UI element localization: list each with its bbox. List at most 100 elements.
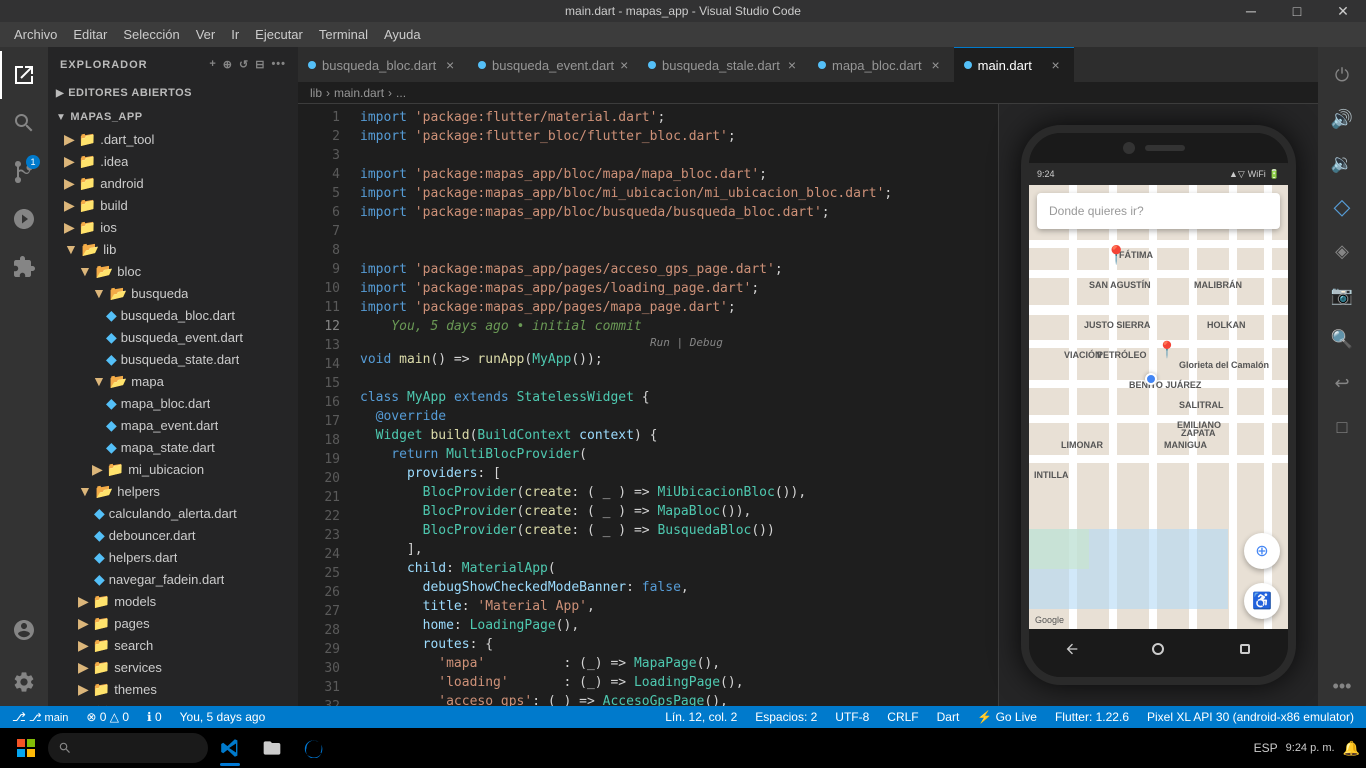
status-spaces[interactable]: Espacios: 2 [751, 706, 821, 728]
right-eraser-icon[interactable]: ◈ [1322, 231, 1362, 271]
sidebar-item-dart-tool[interactable]: ▶ 📁 .dart_tool [48, 128, 298, 150]
folder-closed-icon: 📁 [79, 131, 96, 148]
restore-button[interactable]: □ [1274, 0, 1320, 22]
taskbar-file-explorer[interactable] [252, 728, 292, 768]
code-editor[interactable]: 1234567891011121314151617181920212223242… [298, 104, 998, 706]
sidebar-item-lib[interactable]: ▼ 📂 lib [48, 238, 298, 260]
right-diamond-icon[interactable]: ◇ [1322, 187, 1362, 227]
sidebar-item-calculando[interactable]: ◆ calculando_alerta.dart [48, 502, 298, 524]
sidebar-item-mapa-event[interactable]: ◆ mapa_event.dart [48, 414, 298, 436]
collapse-icon[interactable]: ⊟ [255, 58, 265, 71]
right-sound-icon[interactable]: 🔉 [1322, 143, 1362, 183]
menu-seleccion[interactable]: Selección [115, 25, 187, 44]
sidebar-item-models[interactable]: ▶ 📁 models [48, 590, 298, 612]
sidebar-item-idea[interactable]: ▶ 📁 .idea [48, 150, 298, 172]
sidebar-item-mi-ubicacion[interactable]: ▶ 📁 mi_ubicacion [48, 458, 298, 480]
sidebar-item-bloc[interactable]: ▼ 📂 bloc [48, 260, 298, 282]
right-square-icon[interactable]: □ [1322, 407, 1362, 447]
right-camera-icon[interactable]: 📷 [1322, 275, 1362, 315]
status-golive[interactable]: ⚡ Go Live [973, 706, 1041, 728]
taskbar-edge[interactable] [294, 728, 334, 768]
phone-recents-btn[interactable] [1235, 639, 1255, 659]
taskbar-search-box[interactable] [48, 733, 208, 763]
tab-close-icon[interactable]: × [786, 57, 798, 73]
right-power-icon[interactable]: ⏻ [1322, 55, 1362, 95]
sidebar-item-ios[interactable]: ▶ 📁 ios [48, 216, 298, 238]
mapas-app-header[interactable]: ▼ Mapas_App [48, 106, 298, 128]
taskbar-vscode[interactable] [210, 728, 250, 768]
new-folder-icon[interactable]: ⊕ [223, 58, 233, 71]
sidebar-item-themes[interactable]: ▶ 📁 themes [48, 678, 298, 700]
tab-close-icon[interactable]: × [620, 57, 628, 73]
phone-back-btn[interactable] [1062, 639, 1082, 659]
status-encoding[interactable]: UTF-8 [831, 706, 873, 728]
sidebar-item-busqueda-bloc[interactable]: ◆ busqueda_bloc.dart [48, 304, 298, 326]
sidebar-item-helpers-dart[interactable]: ◆ helpers.dart [48, 546, 298, 568]
new-file-icon[interactable]: + [209, 58, 216, 71]
status-flutter[interactable]: Flutter: 1.22.6 [1051, 706, 1133, 728]
right-volume-icon[interactable]: 🔊 [1322, 99, 1362, 139]
phone-home-btn[interactable] [1148, 639, 1168, 659]
refresh-icon[interactable]: ↺ [239, 58, 249, 71]
status-errors[interactable]: ⊗ 0 △ 0 [82, 706, 133, 728]
code-content[interactable]: import 'package:flutter/material.dart';i… [348, 104, 998, 706]
map-location-fab[interactable]: ⊕ [1244, 533, 1280, 569]
notification-icon[interactable]: 🔔 [1343, 740, 1360, 757]
tab-main-dart[interactable]: main.dart × [954, 47, 1074, 82]
menu-ir[interactable]: Ir [223, 25, 247, 44]
menu-ver[interactable]: Ver [188, 25, 224, 44]
status-line[interactable]: Lín. 12, col. 2 [661, 706, 741, 728]
activity-extensions[interactable] [0, 243, 48, 291]
sidebar-item-debouncer[interactable]: ◆ debouncer.dart [48, 524, 298, 546]
editores-abiertos-header[interactable]: ▶ Editores Abiertos [48, 82, 298, 104]
menu-archivo[interactable]: Archivo [6, 25, 65, 44]
sidebar-item-build[interactable]: ▶ 📁 build [48, 194, 298, 216]
status-info[interactable]: ℹ 0 [143, 706, 166, 728]
tab-busqueda-event[interactable]: busqueda_event.dart × [468, 47, 638, 82]
sidebar-item-helpers[interactable]: ▼ 📂 helpers [48, 480, 298, 502]
sidebar-item-navegar[interactable]: ◆ navegar_fadein.dart [48, 568, 298, 590]
status-language[interactable]: Dart [933, 706, 964, 728]
sidebar-item-busqueda-event[interactable]: ◆ busqueda_event.dart [48, 326, 298, 348]
sidebar-header-icons[interactable]: + ⊕ ↺ ⊟ ••• [209, 58, 286, 71]
right-rotate-icon[interactable]: ↩ [1322, 363, 1362, 403]
sidebar-item-services[interactable]: ▶ 📁 services [48, 656, 298, 678]
menu-editar[interactable]: Editar [65, 25, 115, 44]
taskbar-start-button[interactable] [6, 728, 46, 768]
menu-terminal[interactable]: Terminal [311, 25, 376, 44]
tab-close-icon[interactable]: × [442, 57, 458, 73]
map-search-bar[interactable]: Donde quieres ir? [1037, 193, 1280, 229]
status-device[interactable]: Pixel XL API 30 (android-x86 emulator) [1143, 706, 1358, 728]
tab-busqueda-stale[interactable]: busqueda_stale.dart × [638, 47, 808, 82]
tab-close-icon[interactable]: × [1048, 57, 1064, 73]
taskbar-clock[interactable]: 9:24 p. m. [1286, 741, 1335, 755]
sidebar-item-pages[interactable]: ▶ 📁 pages [48, 612, 298, 634]
menu-ayuda[interactable]: Ayuda [376, 25, 429, 44]
status-branch[interactable]: ⎇ ⎇ main [8, 706, 72, 728]
activity-explorer[interactable] [0, 51, 48, 99]
activity-source-control[interactable]: 1 [0, 147, 48, 195]
sidebar-item-mapa[interactable]: ▼ 📂 mapa [48, 370, 298, 392]
status-hint[interactable]: You, 5 days ago [176, 706, 270, 728]
activity-settings[interactable] [0, 658, 48, 706]
sidebar-item-mapa-state[interactable]: ◆ mapa_state.dart [48, 436, 298, 458]
taskbar-lang[interactable]: ESP [1254, 741, 1278, 755]
right-zoom-icon[interactable]: 🔍 [1322, 319, 1362, 359]
sidebar-item-busqueda[interactable]: ▼ 📂 busqueda [48, 282, 298, 304]
close-button[interactable]: ✕ [1320, 0, 1366, 22]
map-accessibility-fab[interactable]: ♿ [1244, 583, 1280, 619]
tab-busqueda-bloc[interactable]: busqueda_bloc.dart × [298, 47, 468, 82]
status-endings[interactable]: CRLF [883, 706, 922, 728]
tab-mapa-bloc[interactable]: mapa_bloc.dart × [808, 47, 954, 82]
activity-search[interactable] [0, 99, 48, 147]
sidebar-item-busqueda-state[interactable]: ◆ busqueda_state.dart [48, 348, 298, 370]
activity-debug[interactable] [0, 195, 48, 243]
sidebar-item-android[interactable]: ▶ 📁 android [48, 172, 298, 194]
activity-account[interactable] [0, 606, 48, 654]
sidebar-item-mapa-bloc[interactable]: ◆ mapa_bloc.dart [48, 392, 298, 414]
menu-ejecutar[interactable]: Ejecutar [247, 25, 311, 44]
tab-close-icon[interactable]: × [928, 57, 944, 73]
sidebar-item-search[interactable]: ▶ 📁 search [48, 634, 298, 656]
right-more-icon[interactable]: ••• [1322, 666, 1362, 706]
minimize-button[interactable]: ─ [1228, 0, 1274, 22]
